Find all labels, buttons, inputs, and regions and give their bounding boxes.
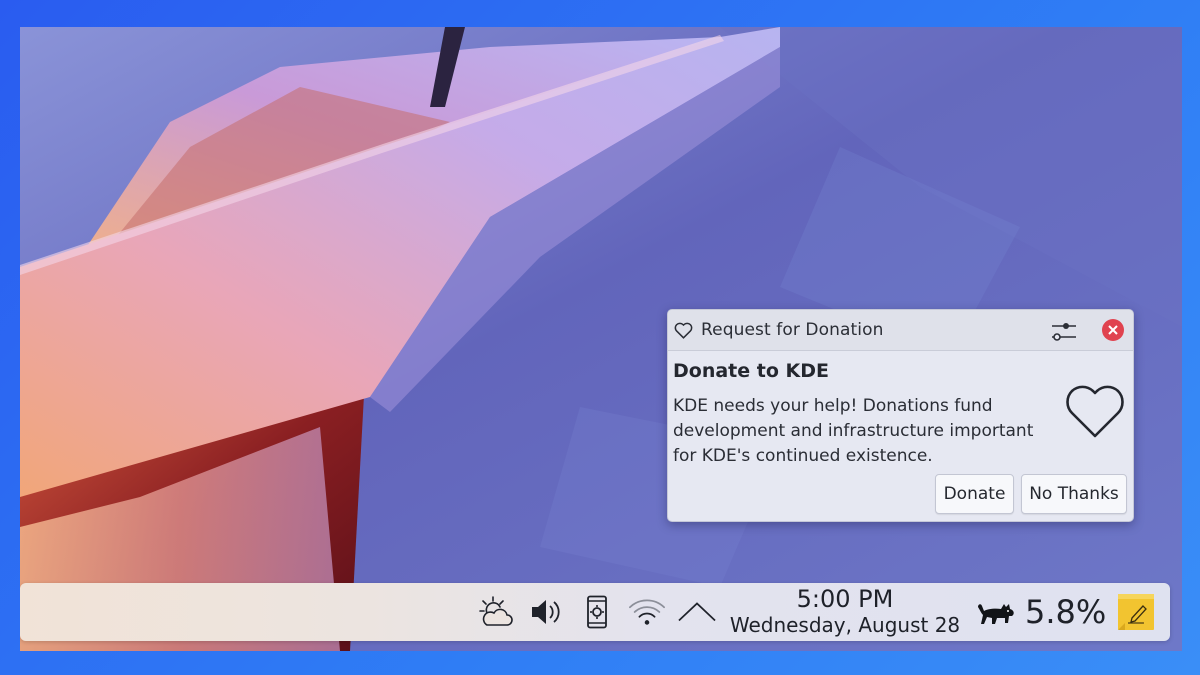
donation-notification: Request for Donation Donate to KDE KDE n… xyxy=(667,309,1134,522)
taskbar-panel: 5:00 PM Wednesday, August 28 5.8% xyxy=(20,583,1170,641)
donate-button[interactable]: Donate xyxy=(935,474,1014,514)
sticky-note-icon xyxy=(1118,594,1154,630)
desktop: Request for Donation Donate to KDE KDE n… xyxy=(20,27,1182,651)
clock-time: 5:00 PM xyxy=(796,585,894,613)
configure-notification-button[interactable] xyxy=(1051,318,1077,344)
close-notification-button[interactable] xyxy=(1102,319,1124,341)
show-hidden-icons-button[interactable] xyxy=(678,593,716,631)
wifi-icon xyxy=(629,599,665,625)
notification-header: Request for Donation xyxy=(668,310,1133,351)
kdeconnect-icon xyxy=(587,595,607,629)
kdeconnect-widget[interactable] xyxy=(578,593,616,631)
clock-date: Wednesday, August 28 xyxy=(729,613,961,637)
network-widget[interactable] xyxy=(628,593,666,631)
notification-title: Donate to KDE xyxy=(673,360,829,382)
no-thanks-button[interactable]: No Thanks xyxy=(1021,474,1127,514)
sliders-icon xyxy=(1052,323,1076,341)
volume-widget[interactable] xyxy=(527,593,565,631)
notification-app-name: Request for Donation xyxy=(701,320,884,340)
notification-body: KDE needs your help! Donations fund deve… xyxy=(673,396,1034,466)
close-icon xyxy=(1108,325,1118,335)
cpu-monitor-widget[interactable] xyxy=(975,593,1017,631)
cpu-usage-value: 5.8% xyxy=(1025,593,1107,631)
notes-widget[interactable] xyxy=(1116,592,1156,632)
cat-icon xyxy=(978,604,1014,624)
weather-widget[interactable] xyxy=(478,593,516,631)
heart-icon xyxy=(672,319,694,341)
heart-icon xyxy=(1066,385,1124,438)
weather-icon xyxy=(479,596,513,626)
expand-tray-icon xyxy=(678,602,716,622)
digital-clock[interactable]: 5:00 PM Wednesday, August 28 xyxy=(725,585,965,637)
volume-icon xyxy=(532,600,560,624)
